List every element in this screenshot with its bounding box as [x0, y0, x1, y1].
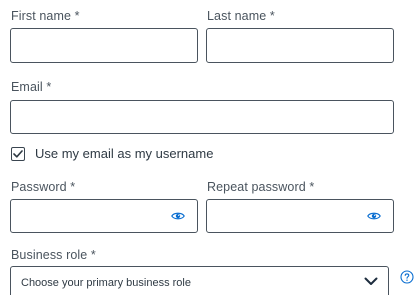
registration-form: First name * Last name * Email * Use my … [0, 0, 416, 295]
business-role-select[interactable]: Choose your primary business role [10, 266, 389, 295]
use-email-username-row[interactable]: Use my email as my username [11, 146, 213, 161]
chevron-down-icon [364, 277, 378, 285]
password-field[interactable] [10, 199, 198, 233]
first-name-field[interactable] [10, 28, 198, 63]
use-email-username-checkbox[interactable] [11, 146, 25, 161]
last-name-label: Last name * [207, 9, 275, 23]
business-role-selected-value: Choose your primary business role [21, 277, 191, 289]
eye-icon[interactable] [367, 211, 381, 221]
last-name-input[interactable] [207, 29, 393, 62]
last-name-field[interactable] [206, 28, 394, 63]
password-input[interactable] [11, 200, 197, 232]
email-input[interactable] [11, 101, 393, 133]
first-name-input[interactable] [11, 29, 197, 62]
first-name-label: First name * [11, 9, 80, 23]
business-role-label: Business role * [11, 248, 96, 262]
use-email-username-label: Use my email as my username [35, 146, 214, 161]
repeat-password-label: Repeat password * [207, 180, 315, 194]
password-label: Password * [11, 180, 76, 194]
repeat-password-input[interactable] [207, 200, 393, 232]
question-mark-circle-icon[interactable] [400, 270, 414, 284]
checkmark-icon [13, 149, 23, 158]
eye-icon[interactable] [171, 211, 185, 221]
email-label: Email * [11, 80, 52, 94]
repeat-password-field[interactable] [206, 199, 394, 233]
email-field[interactable] [10, 100, 394, 134]
